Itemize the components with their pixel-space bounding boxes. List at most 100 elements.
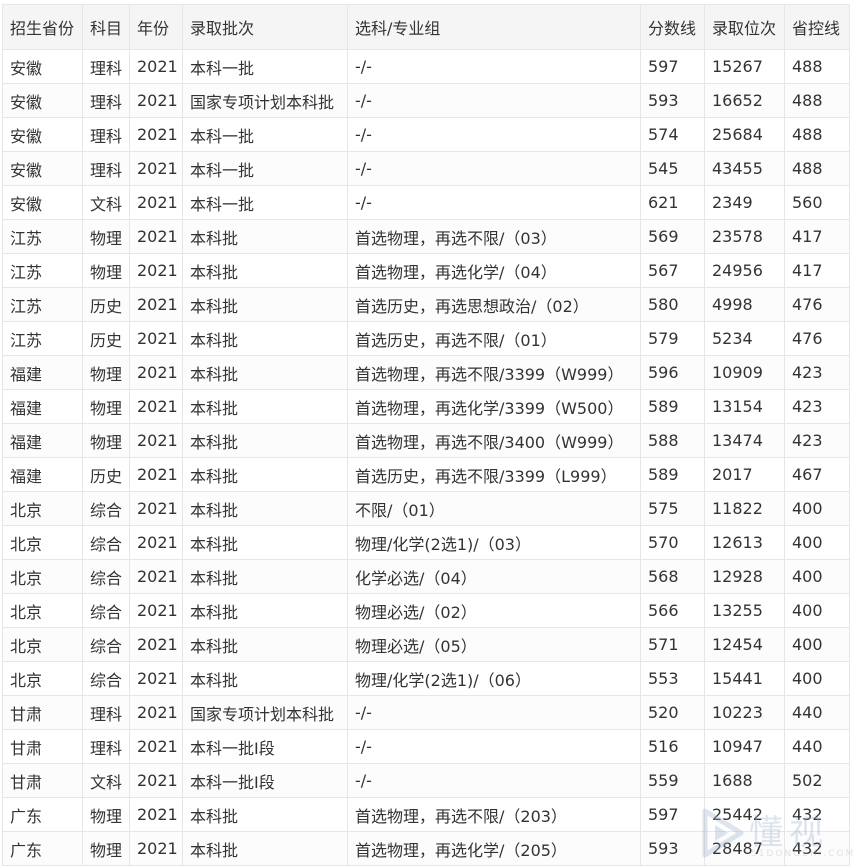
- cell-control-line: 560: [784, 185, 850, 220]
- cell-score: 570: [640, 525, 705, 560]
- cell-province: 北京: [2, 661, 83, 696]
- cell-subject-group: -/-: [347, 117, 641, 152]
- table-row: 北京 综合 2021 本科批 物理必选/（02） 566 13255 400: [2, 593, 850, 628]
- cell-subject: 物理: [82, 253, 130, 288]
- cell-subject: 理科: [82, 729, 130, 764]
- cell-year: 2021: [129, 321, 183, 356]
- cell-subject-group: 首选物理，再选不限/（203）: [347, 797, 641, 832]
- cell-rank: 25442: [704, 797, 785, 832]
- cell-batch: 本科一批: [182, 185, 348, 220]
- cell-province: 北京: [2, 627, 83, 662]
- table-row: 北京 综合 2021 本科批 化学必选/（04） 568 12928 400: [2, 559, 850, 594]
- cell-subject-group: 不限/（01）: [347, 491, 641, 526]
- header-rank: 录取位次: [704, 4, 785, 50]
- cell-rank: 15267: [704, 49, 785, 84]
- cell-rank: 23578: [704, 219, 785, 254]
- cell-province: 广东: [2, 831, 83, 866]
- cell-subject: 历史: [82, 457, 130, 492]
- cell-subject: 理科: [82, 695, 130, 730]
- cell-year: 2021: [129, 593, 183, 628]
- table-row: 安徽 文科 2021 本科一批 -/- 621 2349 560: [2, 185, 850, 220]
- cell-rank: 24956: [704, 253, 785, 288]
- header-control-line: 省控线: [784, 4, 850, 50]
- cell-score: 597: [640, 797, 705, 832]
- cell-score: 621: [640, 185, 705, 220]
- cell-subject: 理科: [82, 49, 130, 84]
- table-body: 安徽 理科 2021 本科一批 -/- 597 15267 488 安徽 理科 2021 国家专项计划…: [2, 49, 850, 866]
- cell-score: 574: [640, 117, 705, 152]
- header-province: 招生省份: [2, 4, 83, 50]
- cell-rank: 1688: [704, 763, 785, 798]
- cell-control-line: 476: [784, 287, 850, 322]
- cell-rank: 4998: [704, 287, 785, 322]
- cell-year: 2021: [129, 491, 183, 526]
- cell-batch: 本科批: [182, 661, 348, 696]
- cell-province: 甘肃: [2, 729, 83, 764]
- cell-year: 2021: [129, 423, 183, 458]
- cell-rank: 12928: [704, 559, 785, 594]
- cell-subject-group: 首选历史，再选不限/（01）: [347, 321, 641, 356]
- cell-province: 广东: [2, 797, 83, 832]
- cell-control-line: 423: [784, 423, 850, 458]
- header-score: 分数线: [640, 4, 705, 50]
- table-row: 北京 综合 2021 本科批 不限/（01） 575 11822 400: [2, 491, 850, 526]
- cell-subject-group: 首选物理，再选化学/3399（W500）: [347, 389, 641, 424]
- cell-province: 北京: [2, 593, 83, 628]
- cell-batch: 本科批: [182, 389, 348, 424]
- admission-score-table: 招生省份 科目 年份 录取批次 选科/专业组 分数线 录取位次 省控线 安徽 理科…: [2, 4, 850, 866]
- table-header-row: 招生省份 科目 年份 录取批次 选科/专业组 分数线 录取位次 省控线: [2, 4, 850, 50]
- cell-subject-group: -/-: [347, 695, 641, 730]
- cell-control-line: 488: [784, 117, 850, 152]
- cell-batch: 本科批: [182, 321, 348, 356]
- cell-batch: 本科批: [182, 423, 348, 458]
- cell-province: 北京: [2, 525, 83, 560]
- table-row: 安徽 理科 2021 本科一批 -/- 574 25684 488: [2, 117, 850, 152]
- table-row: 江苏 物理 2021 本科批 首选物理，再选化学/（04） 567 24956 417: [2, 253, 850, 288]
- cell-province: 江苏: [2, 219, 83, 254]
- table-row: 广东 物理 2021 本科批 首选物理，再选不限/（203） 597 25442 432: [2, 797, 850, 832]
- cell-rank: 10223: [704, 695, 785, 730]
- cell-year: 2021: [129, 355, 183, 390]
- cell-year: 2021: [129, 559, 183, 594]
- cell-subject-group: 首选历史，再选思想政治/（02）: [347, 287, 641, 322]
- cell-subject-group: -/-: [347, 763, 641, 798]
- cell-rank: 28487: [704, 831, 785, 866]
- cell-subject-group: 首选历史，再选不限/3399（L999）: [347, 457, 641, 492]
- cell-rank: 16652: [704, 83, 785, 118]
- cell-year: 2021: [129, 185, 183, 220]
- cell-batch: 本科批: [182, 253, 348, 288]
- cell-batch: 本科一批: [182, 151, 348, 186]
- cell-province: 福建: [2, 457, 83, 492]
- cell-score: 588: [640, 423, 705, 458]
- cell-year: 2021: [129, 627, 183, 662]
- cell-batch: 本科批: [182, 831, 348, 866]
- cell-province: 安徽: [2, 49, 83, 84]
- cell-province: 北京: [2, 491, 83, 526]
- cell-score: 575: [640, 491, 705, 526]
- cell-control-line: 417: [784, 219, 850, 254]
- cell-control-line: 400: [784, 525, 850, 560]
- cell-subject: 历史: [82, 287, 130, 322]
- cell-province: 江苏: [2, 321, 83, 356]
- table-row: 甘肃 文科 2021 本科一批I段 -/- 559 1688 502: [2, 763, 850, 798]
- cell-batch: 国家专项计划本科批: [182, 83, 348, 118]
- cell-year: 2021: [129, 287, 183, 322]
- cell-province: 福建: [2, 355, 83, 390]
- cell-year: 2021: [129, 49, 183, 84]
- cell-batch: 本科批: [182, 559, 348, 594]
- cell-control-line: 440: [784, 695, 850, 730]
- cell-rank: 2017: [704, 457, 785, 492]
- cell-province: 安徽: [2, 83, 83, 118]
- cell-batch: 本科批: [182, 457, 348, 492]
- cell-control-line: 417: [784, 253, 850, 288]
- cell-control-line: 400: [784, 627, 850, 662]
- cell-subject-group: 物理必选/（05）: [347, 627, 641, 662]
- table-row: 江苏 物理 2021 本科批 首选物理，再选不限/（03） 569 23578 417: [2, 219, 850, 254]
- cell-control-line: 488: [784, 49, 850, 84]
- cell-subject: 理科: [82, 117, 130, 152]
- cell-rank: 25684: [704, 117, 785, 152]
- cell-score: 589: [640, 457, 705, 492]
- cell-year: 2021: [129, 729, 183, 764]
- cell-control-line: 440: [784, 729, 850, 764]
- cell-subject: 综合: [82, 491, 130, 526]
